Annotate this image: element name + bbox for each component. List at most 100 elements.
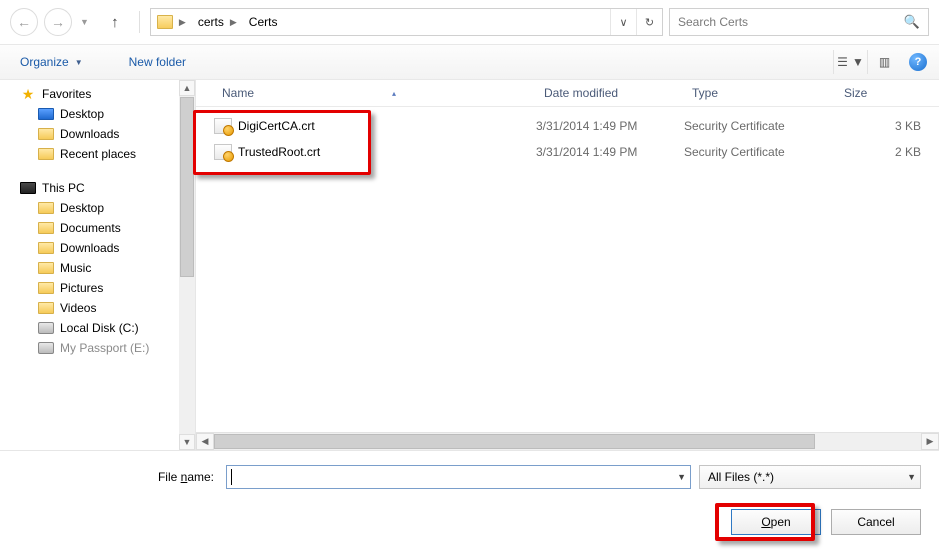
file-row[interactable]: DigiCertCA.crt 3/31/2014 1:49 PM Securit… bbox=[212, 113, 939, 139]
file-name: TrustedRoot.crt bbox=[238, 145, 320, 159]
breadcrumb-text: Certs bbox=[249, 15, 278, 29]
nav-item-label: Downloads bbox=[60, 127, 119, 141]
column-size[interactable]: Size bbox=[836, 80, 939, 106]
back-button[interactable]: ← bbox=[10, 8, 38, 36]
column-date-label: Date modified bbox=[544, 86, 618, 100]
column-size-label: Size bbox=[844, 86, 867, 100]
certificate-icon bbox=[214, 118, 232, 134]
file-date: 3/31/2014 1:49 PM bbox=[536, 119, 684, 133]
column-name-label: Name bbox=[222, 86, 254, 100]
nav-pc-desktop[interactable]: Desktop bbox=[0, 198, 195, 218]
nav-scrollbar[interactable]: ▲ ▼ bbox=[179, 80, 195, 450]
nav-item-label: Desktop bbox=[60, 201, 104, 215]
column-type-label: Type bbox=[692, 86, 718, 100]
chevron-down-icon[interactable]: ▼ bbox=[677, 472, 686, 482]
scroll-up-icon[interactable]: ▲ bbox=[179, 80, 195, 96]
nav-pc-pictures[interactable]: Pictures bbox=[0, 278, 195, 298]
search-placeholder: Search Certs bbox=[678, 15, 904, 29]
file-type: Security Certificate bbox=[684, 119, 836, 133]
nav-item-label: Downloads bbox=[60, 241, 119, 255]
nav-pc-passport[interactable]: My Passport (E:) bbox=[0, 338, 195, 358]
recent-icon bbox=[38, 148, 54, 160]
new-folder-button[interactable]: New folder bbox=[121, 51, 194, 73]
column-type[interactable]: Type bbox=[684, 80, 836, 106]
scrollbar-thumb[interactable] bbox=[214, 434, 815, 449]
desktop-icon bbox=[38, 108, 54, 120]
refresh-button[interactable]: ↻ bbox=[636, 9, 662, 35]
folder-icon bbox=[38, 202, 54, 214]
column-name[interactable]: Name ▴ bbox=[214, 80, 536, 106]
list-view-icon: ☰ bbox=[837, 55, 848, 69]
file-date: 3/31/2014 1:49 PM bbox=[536, 145, 684, 159]
file-rows: DigiCertCA.crt 3/31/2014 1:49 PM Securit… bbox=[196, 107, 939, 165]
favorites-label: Favorites bbox=[42, 87, 91, 101]
chevron-right-icon: ▶ bbox=[228, 17, 241, 28]
column-date[interactable]: Date modified bbox=[536, 80, 684, 106]
thispc-label: This PC bbox=[42, 181, 85, 195]
view-options-button[interactable]: ☰ ▼ bbox=[833, 50, 867, 74]
cancel-button[interactable]: Cancel bbox=[831, 509, 921, 535]
preview-pane-button[interactable]: ▥ bbox=[867, 50, 901, 74]
file-size: 2 KB bbox=[836, 145, 939, 159]
breadcrumb-item-0[interactable]: certs ▶ bbox=[192, 9, 243, 35]
star-icon: ★ bbox=[20, 87, 36, 101]
help-button[interactable]: ? bbox=[909, 53, 927, 71]
file-type: Security Certificate bbox=[684, 145, 836, 159]
nav-item-label: Pictures bbox=[60, 281, 103, 295]
certificate-icon bbox=[214, 144, 232, 160]
history-dropdown[interactable]: ▼ bbox=[80, 17, 89, 27]
scrollbar-thumb[interactable] bbox=[180, 97, 194, 277]
nav-item-label: Music bbox=[60, 261, 91, 275]
organize-label: Organize bbox=[20, 55, 69, 69]
file-row[interactable]: TrustedRoot.crt 3/31/2014 1:49 PM Securi… bbox=[212, 139, 939, 165]
folder-icon bbox=[38, 282, 54, 294]
nav-downloads[interactable]: Downloads bbox=[0, 124, 195, 144]
scroll-left-icon[interactable]: ◀ bbox=[196, 433, 214, 450]
sort-ascending-icon: ▴ bbox=[392, 89, 396, 98]
nav-pc-localdisk[interactable]: Local Disk (C:) bbox=[0, 318, 195, 338]
breadcrumb-item-1[interactable]: Certs bbox=[243, 9, 280, 35]
open-button[interactable]: Open bbox=[731, 509, 821, 535]
folder-icon bbox=[38, 302, 54, 314]
thispc-group[interactable]: This PC bbox=[0, 178, 195, 198]
nav-recent[interactable]: Recent places bbox=[0, 144, 195, 164]
scrollbar-track[interactable] bbox=[179, 278, 195, 434]
preview-icon: ▥ bbox=[879, 55, 890, 69]
navigation-pane: ★ Favorites Desktop Downloads Recent pla… bbox=[0, 80, 196, 450]
address-dropdown[interactable]: ∨ bbox=[610, 9, 636, 35]
favorites-group[interactable]: ★ Favorites bbox=[0, 84, 195, 104]
breadcrumb[interactable]: ▶ certs ▶ Certs ∨ ↻ bbox=[150, 8, 663, 36]
filename-input[interactable]: ▼ bbox=[226, 465, 691, 489]
folder-icon bbox=[38, 242, 54, 254]
nav-item-label: My Passport (E:) bbox=[60, 341, 149, 355]
separator bbox=[139, 11, 140, 33]
search-icon: 🔍 bbox=[904, 14, 920, 30]
chevron-down-icon[interactable]: ▼ bbox=[907, 472, 916, 482]
file-type-filter[interactable]: All Files (*.*) ▼ bbox=[699, 465, 921, 489]
nav-pc-documents[interactable]: Documents bbox=[0, 218, 195, 238]
search-input[interactable]: Search Certs 🔍 bbox=[669, 8, 929, 36]
nav-desktop[interactable]: Desktop bbox=[0, 104, 195, 124]
file-size: 3 KB bbox=[836, 119, 939, 133]
filename-label: File name: bbox=[18, 470, 218, 484]
forward-button[interactable]: → bbox=[44, 8, 72, 36]
scrollbar-track[interactable] bbox=[214, 433, 921, 450]
breadcrumb-root[interactable]: ▶ bbox=[151, 9, 192, 35]
nav-item-label: Recent places bbox=[60, 147, 136, 161]
organize-button[interactable]: Organize ▼ bbox=[12, 51, 91, 73]
nav-pc-music[interactable]: Music bbox=[0, 258, 195, 278]
scroll-right-icon[interactable]: ▶ bbox=[921, 433, 939, 450]
chevron-down-icon: ▼ bbox=[852, 55, 864, 69]
file-name: DigiCertCA.crt bbox=[238, 119, 315, 133]
scroll-down-icon[interactable]: ▼ bbox=[179, 434, 195, 450]
nav-pc-downloads[interactable]: Downloads bbox=[0, 238, 195, 258]
folder-icon bbox=[38, 128, 54, 140]
list-h-scrollbar[interactable]: ◀ ▶ bbox=[196, 432, 939, 450]
chevron-down-icon: ▼ bbox=[75, 58, 83, 67]
column-headers: Name ▴ Date modified Type Size bbox=[196, 80, 939, 107]
nav-pc-videos[interactable]: Videos bbox=[0, 298, 195, 318]
drive-icon bbox=[38, 342, 54, 354]
breadcrumb-text: certs bbox=[198, 15, 224, 29]
folder-icon bbox=[38, 262, 54, 274]
up-button[interactable]: ↑ bbox=[105, 12, 125, 32]
